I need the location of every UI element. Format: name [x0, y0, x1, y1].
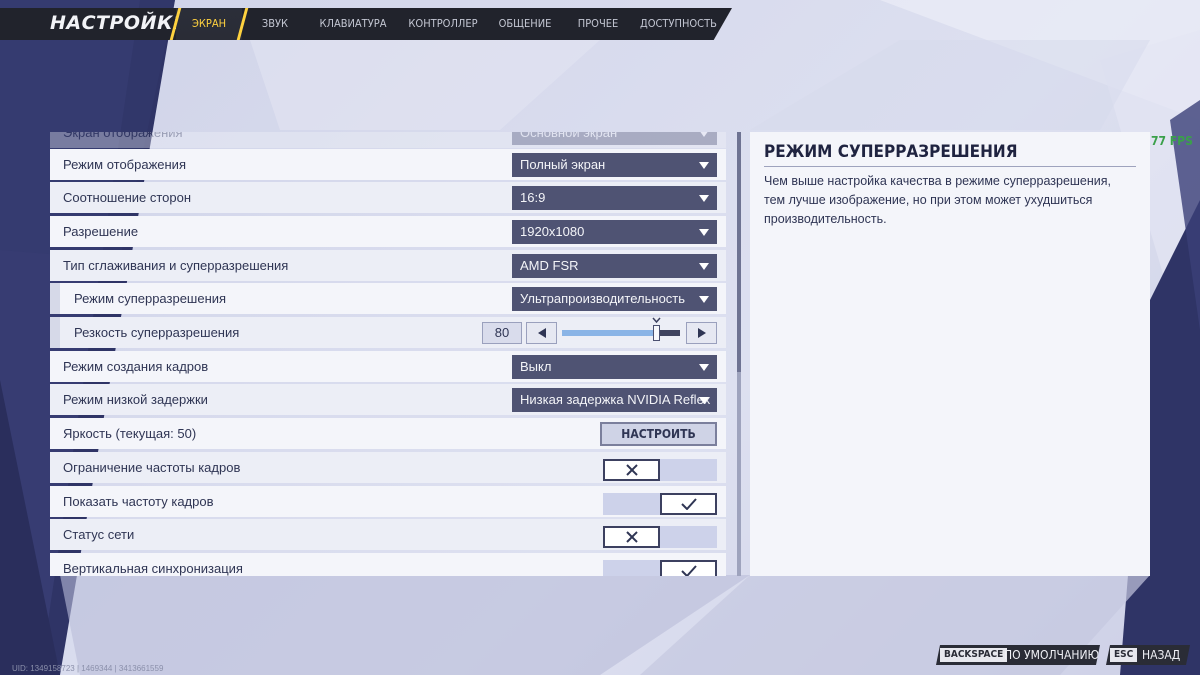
- chevron-down-icon: [699, 364, 709, 371]
- toggle-knob: [603, 526, 660, 548]
- setting-frame-generation[interactable]: Режим создания кадров Выкл: [50, 351, 726, 382]
- description-body: Чем выше настройка качества в режиме суп…: [764, 174, 1112, 226]
- slider-fill: [562, 330, 656, 336]
- dropdown-value: Полный экран: [520, 157, 606, 172]
- checkmark-icon: [680, 498, 697, 510]
- setting-label: Экран отображения: [63, 132, 183, 140]
- setting-resolution[interactable]: Разрешение 1920x1080: [50, 216, 726, 247]
- setting-low-latency[interactable]: Режим низкой задержки Низкая задержка NV…: [50, 384, 726, 415]
- setting-label: Режим отображения: [63, 157, 186, 172]
- description-title: РЕЖИМ СУПЕРРАЗРЕШЕНИЯ: [764, 142, 1136, 167]
- uid-text: UID: 1349158723 | 1469344 | 3413661559: [12, 664, 164, 673]
- setting-network-status[interactable]: Статус сети: [50, 519, 726, 550]
- settings-list: Экран отображения Основной экран Режим о…: [50, 132, 726, 576]
- sharpness-slider[interactable]: [562, 317, 680, 341]
- setting-label: Разрешение: [63, 224, 139, 239]
- upscaling-mode-dropdown[interactable]: Ультрапроизводительность: [512, 287, 717, 311]
- dropdown-value: 16:9: [520, 190, 546, 205]
- setting-display-mode[interactable]: Режим отображения Полный экран: [50, 149, 726, 180]
- page-title: НАСТРОЙКИ: [50, 12, 190, 34]
- setting-upscaling-sharpness[interactable]: Резкость суперразрешения 80: [50, 317, 726, 348]
- tab-screen[interactable]: ЭКРАН: [176, 8, 242, 40]
- back-button[interactable]: ESC НАЗАД: [1106, 645, 1190, 665]
- cross-icon: [625, 464, 638, 476]
- description-panel: РЕЖИМ СУПЕРРАЗРЕШЕНИЯ Чем выше настройка…: [750, 132, 1150, 576]
- dropdown-value: Выкл: [520, 359, 552, 374]
- show-frame-rate-toggle[interactable]: [603, 493, 717, 515]
- configure-button[interactable]: НАСТРОИТЬ: [600, 422, 717, 446]
- chevron-down-icon: [699, 229, 709, 236]
- setting-label: Показать частоту кадров: [63, 494, 214, 509]
- chevron-down-icon: [699, 195, 709, 202]
- setting-aspect-ratio[interactable]: Соотношение сторон 16:9: [50, 182, 726, 213]
- increase-button[interactable]: [686, 322, 717, 344]
- caret-down-icon: [652, 317, 661, 324]
- setting-vsync[interactable]: Вертикальная синхронизация: [50, 553, 726, 576]
- tab-controller[interactable]: КОНТРОЛЛЕР: [405, 8, 481, 40]
- chevron-down-icon: [699, 132, 709, 137]
- chevron-down-icon: [699, 162, 709, 169]
- aspect-ratio-dropdown[interactable]: 16:9: [512, 186, 717, 210]
- back-label: НАЗАД: [1142, 648, 1181, 662]
- setting-label: Яркость (текущая: 50): [63, 426, 197, 441]
- chevron-down-icon: [699, 263, 709, 270]
- dropdown-value: Ультрапроизводительность: [520, 291, 686, 306]
- top-navigation: НАСТРОЙКИ ЭКРАН ЗВУК КЛАВИАТУРА КОНТРОЛЛ…: [0, 8, 732, 40]
- low-latency-dropdown[interactable]: Низкая задержка NVIDIA Reflex: [512, 388, 717, 412]
- dropdown-value: Низкая задержка NVIDIA Reflex: [520, 392, 711, 407]
- toggle-knob: [660, 493, 717, 515]
- setting-label: Соотношение сторон: [63, 190, 192, 205]
- frame-rate-limit-toggle[interactable]: [603, 459, 717, 481]
- tab-accessibility[interactable]: ДОСТУПНОСТЬ: [640, 8, 717, 40]
- setting-upscaling-mode[interactable]: Режим суперразрешения Ультрапроизводител…: [50, 283, 726, 314]
- reset-defaults-button[interactable]: BACKSPACE ПО УМОЛЧАНИЮ: [936, 645, 1100, 665]
- toggle-knob: [603, 459, 660, 481]
- setting-label: Резкость суперразрешения: [74, 325, 240, 340]
- tab-sound[interactable]: ЗВУК: [250, 8, 300, 40]
- settings-scrollbar[interactable]: [737, 132, 741, 576]
- setting-antialiasing-upscaling[interactable]: Тип сглаживания и суперразрешения AMD FS…: [50, 250, 726, 281]
- resolution-dropdown[interactable]: 1920x1080: [512, 220, 717, 244]
- setting-label: Режим создания кадров: [63, 359, 209, 374]
- decrease-button[interactable]: [526, 322, 557, 344]
- dropdown-value: AMD FSR: [520, 258, 579, 273]
- setting-label: Тип сглаживания и суперразрешения: [63, 258, 289, 273]
- slider-handle[interactable]: [653, 325, 660, 341]
- display-mode-dropdown[interactable]: Полный экран: [512, 153, 717, 177]
- chevron-down-icon: [699, 296, 709, 303]
- toggle-knob: [660, 560, 717, 576]
- setting-label: Статус сети: [63, 527, 135, 542]
- dropdown-value: Основной экран: [520, 132, 618, 140]
- scrollbar-thumb[interactable]: [737, 132, 741, 372]
- setting-label: Ограничение частоты кадров: [63, 460, 241, 475]
- antialiasing-dropdown[interactable]: AMD FSR: [512, 254, 717, 278]
- sharpness-value[interactable]: 80: [482, 322, 522, 344]
- display-screen-dropdown[interactable]: Основной экран: [512, 132, 717, 145]
- setting-label: Вертикальная синхронизация: [63, 561, 243, 576]
- dropdown-value: 1920x1080: [520, 224, 585, 239]
- setting-show-frame-rate[interactable]: Показать частоту кадров: [50, 486, 726, 517]
- setting-label: Режим низкой задержки: [63, 392, 208, 407]
- arrow-right-icon: [698, 328, 706, 338]
- tab-other[interactable]: ПРОЧЕЕ: [570, 8, 626, 40]
- setting-label: Режим суперразрешения: [74, 291, 227, 306]
- tab-social[interactable]: ОБЩЕНИЕ: [493, 8, 557, 40]
- arrow-left-icon: [538, 328, 546, 338]
- fps-counter: 77 FPS: [1151, 134, 1193, 148]
- reset-defaults-label: ПО УМОЛЧАНИЮ: [1004, 648, 1100, 662]
- setting-frame-rate-limit[interactable]: Ограничение частоты кадров: [50, 452, 726, 483]
- network-status-toggle[interactable]: [603, 526, 717, 548]
- chevron-down-icon: [699, 397, 709, 404]
- esc-keycap: ESC: [1110, 648, 1137, 662]
- cross-icon: [625, 531, 638, 543]
- vsync-toggle[interactable]: [603, 560, 717, 576]
- backspace-keycap: BACKSPACE: [940, 648, 1007, 662]
- checkmark-icon: [680, 565, 697, 576]
- setting-brightness[interactable]: Яркость (текущая: 50) НАСТРОИТЬ: [50, 418, 726, 449]
- frame-generation-dropdown[interactable]: Выкл: [512, 355, 717, 379]
- setting-display-screen[interactable]: Экран отображения Основной экран: [50, 132, 726, 148]
- tab-keyboard[interactable]: КЛАВИАТУРА: [314, 8, 392, 40]
